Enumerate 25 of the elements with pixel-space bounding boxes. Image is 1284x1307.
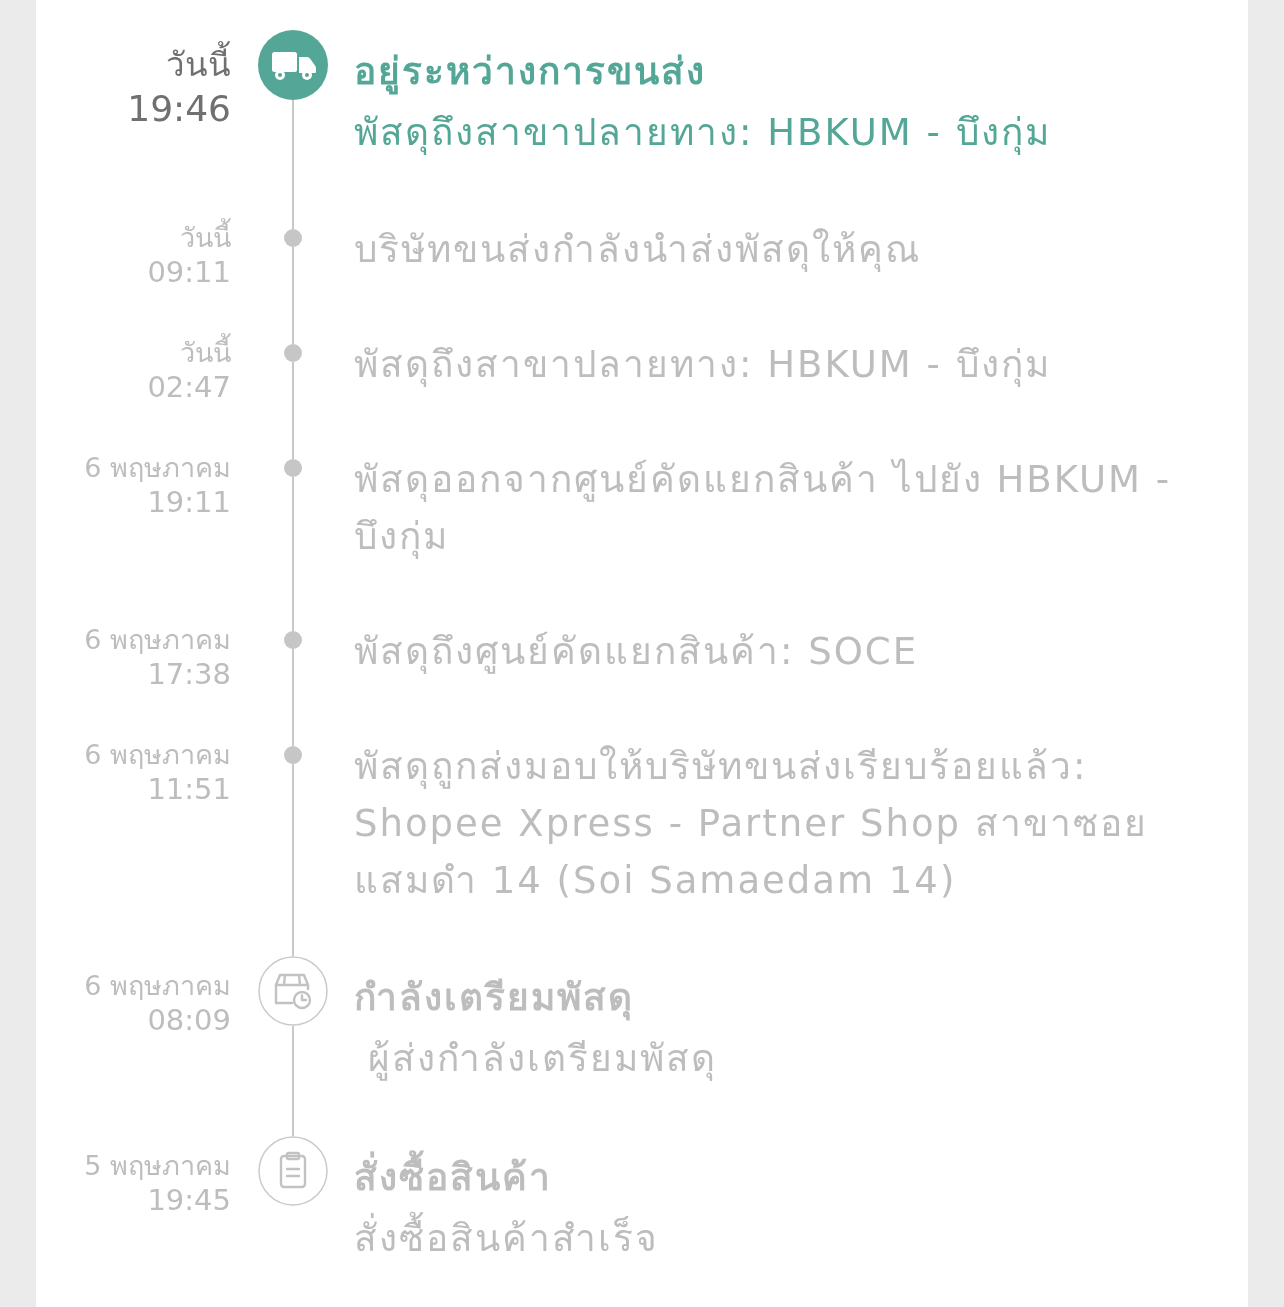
date-label: วันนี้ <box>166 43 231 87</box>
time-label: 08:09 <box>147 1003 231 1037</box>
status-description: พัสดุถูกส่งมอบให้บริษัทขนส่งเรียบร้อยแล้ว: Shopee Xpress - Partner Shop สาขาซอยแสมดำ 14 (Soi Samaedam 14) <box>354 744 1149 904</box>
status-title: กำลังเตรียมพัสดุ <box>354 975 634 1023</box>
date-label: 6 พฤษภาคม <box>84 738 231 772</box>
date-label: 6 พฤษภาคม <box>84 451 231 485</box>
time-label: 11:51 <box>147 772 231 806</box>
time-label: 09:11 <box>147 255 231 289</box>
time-label: 19:11 <box>147 485 231 519</box>
time-label: 19:45 <box>147 1183 231 1217</box>
status-description: บริษัทขนส่งกำลังนำส่งพัสดุให้คุณ <box>354 227 921 274</box>
time-label: 02:47 <box>147 370 231 404</box>
status-title: สั่งซื้อสินค้า <box>354 1147 552 1208</box>
date-label: 5 พฤษภาคม <box>84 1149 231 1183</box>
status-description: พัสดุถึงศูนย์คัดแยกสินค้า: SOCE <box>354 629 919 676</box>
status-description: สั่งซื้อสินค้าสำเร็จ <box>354 1208 659 1269</box>
date-label: 6 พฤษภาคม <box>84 623 231 657</box>
status-description: ผู้ส่งกำลังเตรียมพัสดุ <box>366 1036 717 1083</box>
date-label: 6 พฤษภาคม <box>84 969 231 1003</box>
status-description: พัสดุออกจากศูนย์คัดแยกสินค้า ไปยัง HBKUM - บึงกุ่ม <box>354 457 1173 561</box>
time-label: 17:38 <box>147 657 231 691</box>
status-description: พัสดุถึงสาขาปลายทาง: HBKUM - บึงกุ่ม <box>354 342 1051 389</box>
status-title: อยู่ระหว่างการขนส่ง <box>354 49 706 97</box>
status-description: พัสดุถึงสาขาปลายทาง: HBKUM - บึงกุ่ม <box>354 110 1051 157</box>
time-label: 19:46 <box>127 87 231 131</box>
